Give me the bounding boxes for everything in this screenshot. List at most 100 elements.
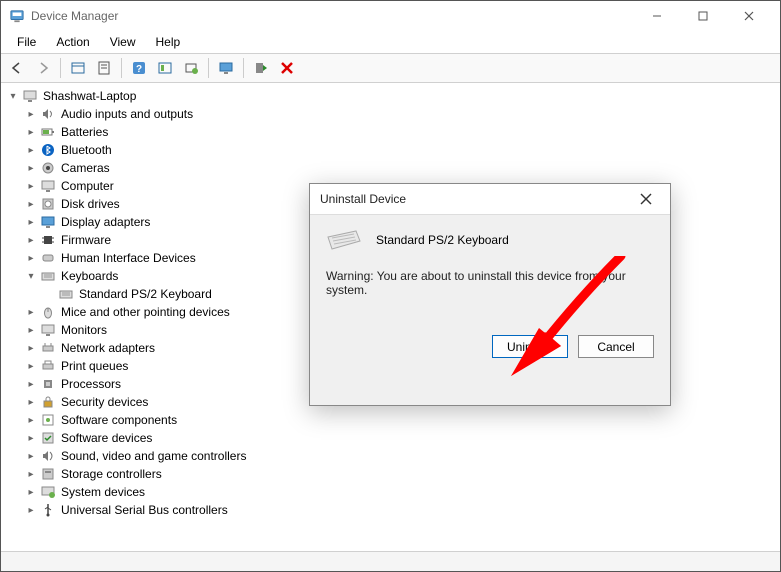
sound-icon [40, 448, 56, 464]
storage-icon [40, 466, 56, 482]
chevron-right-icon[interactable]: ▸ [25, 360, 37, 372]
dialog-warning-text: Warning: You are about to uninstall this… [326, 269, 654, 297]
tree-root-node[interactable]: ▾ Shashwat-Laptop [7, 87, 774, 105]
chevron-right-icon[interactable]: ▸ [25, 126, 37, 138]
display-icon [40, 214, 56, 230]
tree-category-label: Network adapters [59, 341, 157, 355]
tree-category-label: Software devices [59, 431, 154, 445]
tree-category-label: Storage controllers [59, 467, 164, 481]
mouse-icon [40, 304, 56, 320]
tree-category-node[interactable]: ▸Bluetooth [25, 141, 774, 159]
chevron-right-icon[interactable]: ▸ [25, 342, 37, 354]
dialog-device-name: Standard PS/2 Keyboard [376, 233, 509, 247]
softdev-icon [40, 430, 56, 446]
dialog-close-button[interactable] [632, 187, 660, 211]
chevron-right-icon[interactable]: ▸ [25, 396, 37, 408]
chevron-right-icon[interactable]: ▸ [25, 414, 37, 426]
bluetooth-icon [40, 142, 56, 158]
chevron-right-icon[interactable]: ▸ [25, 324, 37, 336]
dialog-title: Uninstall Device [320, 192, 406, 206]
uninstall-device-icon[interactable] [275, 57, 299, 79]
tree-category-label: System devices [59, 485, 147, 499]
pc-icon [40, 178, 56, 194]
menu-view[interactable]: View [102, 33, 144, 51]
update-driver-icon[interactable] [179, 57, 203, 79]
tree-category-node[interactable]: ▸ Software devices [25, 429, 774, 447]
tree-category-label: Disk drives [59, 197, 122, 211]
properties-icon[interactable] [92, 57, 116, 79]
tree-category-node[interactable]: ▸Sound, video and game controllers [25, 447, 774, 465]
tree-category-label: Monitors [59, 323, 109, 337]
chevron-right-icon[interactable]: ▸ [25, 432, 37, 444]
dialog-titlebar[interactable]: Uninstall Device [310, 184, 670, 214]
chevron-right-icon[interactable]: ▸ [25, 468, 37, 480]
chevron-down-icon[interactable]: ▾ [7, 90, 19, 102]
window-title: Device Manager [31, 9, 118, 23]
chevron-right-icon[interactable]: ▸ [25, 180, 37, 192]
tree-category-node[interactable]: ▸ Batteries [25, 123, 774, 141]
chevron-down-icon[interactable]: ▾ [25, 270, 37, 282]
chevron-right-icon[interactable]: ▸ [25, 378, 37, 390]
show-hidden-icon[interactable] [66, 57, 90, 79]
help-icon[interactable]: ? [127, 57, 151, 79]
tree-category-node[interactable]: ▸Audio inputs and outputs [25, 105, 774, 123]
monitor-icon [40, 322, 56, 338]
uninstall-button[interactable]: Uninstall [492, 335, 568, 358]
forward-button[interactable] [31, 57, 55, 79]
chevron-right-icon[interactable]: ▸ [25, 198, 37, 210]
minimize-button[interactable] [634, 1, 680, 31]
menu-file[interactable]: File [9, 33, 44, 51]
chevron-right-icon[interactable]: ▸ [25, 216, 37, 228]
camera-icon [40, 160, 56, 176]
tree-category-label: Universal Serial Bus controllers [59, 503, 230, 517]
close-button[interactable] [726, 1, 772, 31]
chevron-right-icon[interactable]: ▸ [25, 504, 37, 516]
monitor-icon[interactable] [214, 57, 238, 79]
chevron-right-icon[interactable]: ▸ [25, 144, 37, 156]
printer-icon [40, 358, 56, 374]
chevron-right-icon[interactable]: ▸ [25, 486, 37, 498]
tree-category-node[interactable]: ▸ Storage controllers [25, 465, 774, 483]
keyboard-icon [58, 286, 74, 302]
hid-icon [40, 250, 56, 266]
tree-device-label: Standard PS/2 Keyboard [77, 287, 214, 301]
menu-help[interactable]: Help [148, 33, 189, 51]
tree-category-label: Batteries [59, 125, 110, 139]
tree-category-node[interactable]: ▸Software components [25, 411, 774, 429]
tree-category-label: Computer [59, 179, 116, 193]
chevron-right-icon[interactable]: ▸ [25, 306, 37, 318]
toolbar-separator [60, 58, 61, 78]
back-button[interactable] [5, 57, 29, 79]
tree-category-node[interactable]: ▸ System devices [25, 483, 774, 501]
usb-icon [40, 502, 56, 518]
chevron-right-icon[interactable]: ▸ [25, 450, 37, 462]
tree-category-label: Keyboards [59, 269, 120, 283]
chevron-right-icon[interactable]: ▸ [25, 252, 37, 264]
tree-category-node[interactable]: ▸ Universal Serial Bus controllers [25, 501, 774, 519]
tree-category-label: Human Interface Devices [59, 251, 198, 265]
enable-device-icon[interactable] [249, 57, 273, 79]
chevron-right-icon[interactable]: ▸ [25, 162, 37, 174]
window-controls [634, 1, 772, 31]
maximize-button[interactable] [680, 1, 726, 31]
scan-icon[interactable] [153, 57, 177, 79]
tree-category-node[interactable]: ▸ Cameras [25, 159, 774, 177]
keyboard-icon [40, 268, 56, 284]
toolbar-separator [243, 58, 244, 78]
window-titlebar: Device Manager [1, 1, 780, 31]
dialog-body: Standard PS/2 Keyboard Warning: You are … [310, 214, 670, 405]
toolbar-separator [208, 58, 209, 78]
tree-category-label: Firmware [59, 233, 113, 247]
menu-action[interactable]: Action [48, 33, 97, 51]
tree-category-label: Cameras [59, 161, 112, 175]
keyboard-icon [326, 229, 362, 251]
component-icon [40, 412, 56, 428]
chevron-right-icon[interactable]: ▸ [25, 108, 37, 120]
battery-icon [40, 124, 56, 140]
cpu-icon [40, 376, 56, 392]
uninstall-dialog: Uninstall Device Standard PS/2 Keyboard … [309, 183, 671, 406]
cancel-button[interactable]: Cancel [578, 335, 654, 358]
svg-text:?: ? [136, 64, 142, 75]
chevron-right-icon[interactable]: ▸ [25, 234, 37, 246]
tree-category-label: Print queues [59, 359, 130, 373]
